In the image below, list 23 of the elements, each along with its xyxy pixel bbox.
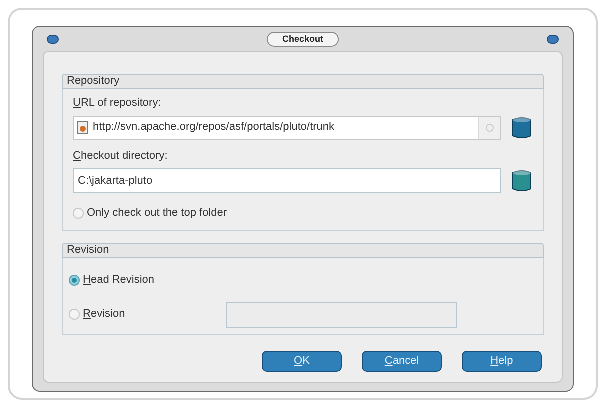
- database-icon[interactable]: [511, 168, 533, 192]
- option-label: Revision: [83, 307, 126, 322]
- window-control-icon[interactable]: [47, 34, 59, 44]
- group-header: Repository: [62, 74, 544, 89]
- radio-button[interactable]: [69, 309, 80, 320]
- option-label: Head Revision: [83, 273, 156, 288]
- directory-field[interactable]: C:\jakarta-pluto: [73, 168, 501, 193]
- dialog-button[interactable]: OK: [262, 350, 342, 372]
- radio-button[interactable]: [73, 208, 84, 219]
- document-icon: [77, 120, 89, 134]
- database-icon[interactable]: [511, 116, 533, 140]
- field-value: http://svn.apache.org/repos/asf/portals/pluto/trunk: [93, 120, 336, 136]
- radio-button[interactable]: [69, 275, 80, 286]
- dialog-button[interactable]: Cancel: [362, 350, 442, 372]
- field-label: URL of repository:: [73, 96, 162, 111]
- group-header: Revision: [62, 242, 544, 258]
- window-title: Checkout: [267, 32, 338, 46]
- url-combo-box[interactable]: http://svn.apache.org/repos/asf/portals/pluto/trunk: [73, 116, 501, 140]
- option-label: Only check out the top folder: [87, 206, 228, 221]
- field-label: Checkout directory:: [73, 148, 169, 164]
- revision-field[interactable]: [226, 302, 457, 328]
- window-control-icon[interactable]: [546, 34, 559, 44]
- dialog-button[interactable]: Help: [462, 350, 542, 372]
